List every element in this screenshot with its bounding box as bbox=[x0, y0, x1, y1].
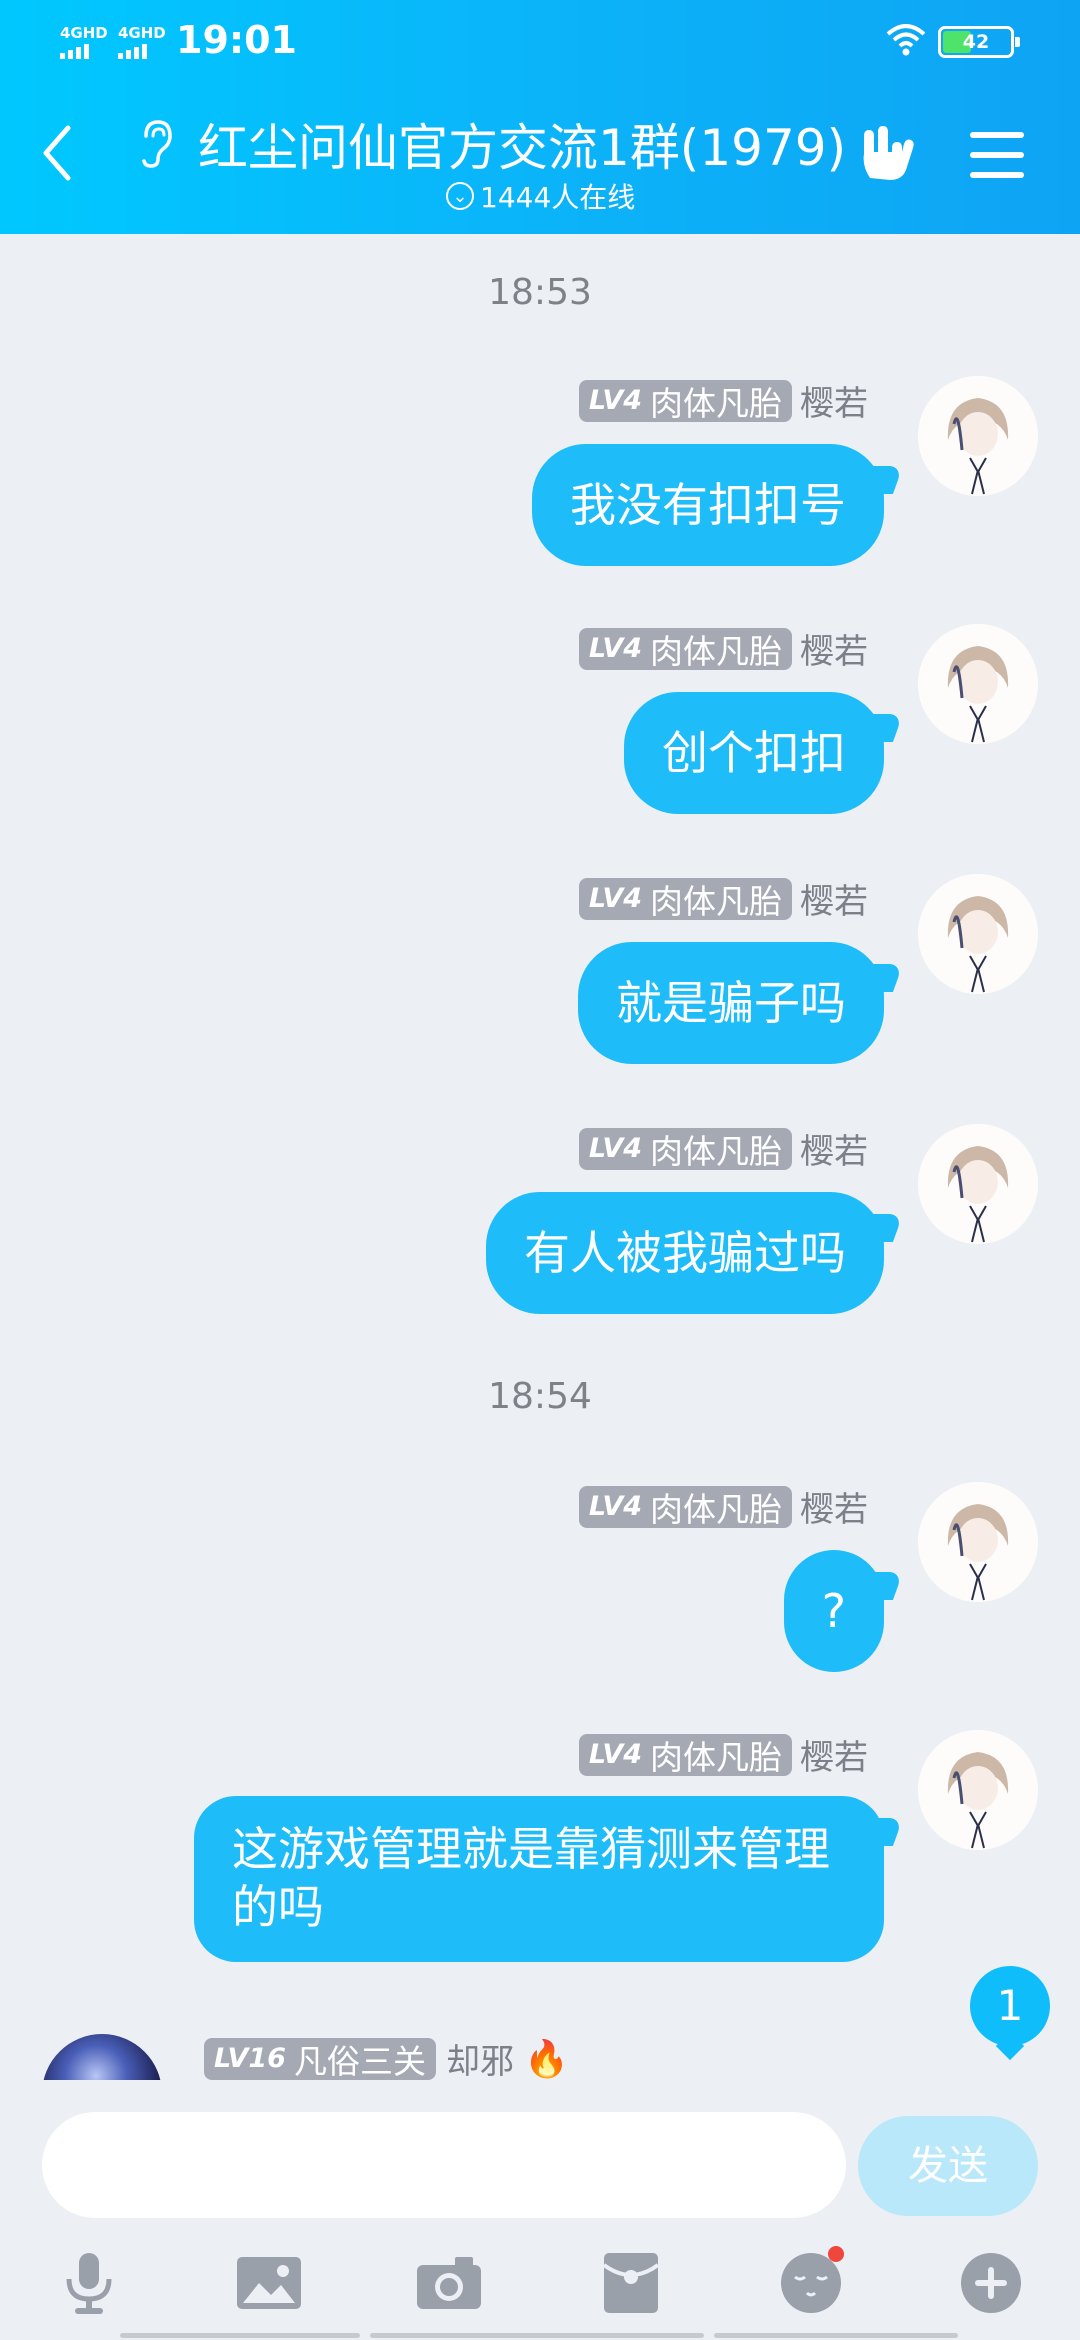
avatar[interactable] bbox=[42, 2034, 162, 2080]
avatar[interactable] bbox=[918, 624, 1038, 744]
message-bubble[interactable]: 创个扣扣 bbox=[624, 692, 884, 814]
composer-toolbar bbox=[0, 2246, 1080, 2316]
microphone-icon[interactable] bbox=[54, 2250, 124, 2316]
notification-dot bbox=[828, 2246, 844, 2262]
sender-name: 樱若 bbox=[800, 384, 868, 424]
status-time: 19:01 bbox=[176, 18, 297, 62]
sender-meta: LV4 肉体凡胎 樱若 bbox=[578, 376, 868, 425]
signal-indicator-2: 4GHD bbox=[118, 26, 166, 59]
emoji-icon[interactable] bbox=[776, 2246, 846, 2316]
message-bubble[interactable]: 这游戏管理就是靠猜测来管理的吗 bbox=[194, 1796, 884, 1962]
fire-icon: 🔥 bbox=[523, 2038, 569, 2080]
avatar[interactable] bbox=[918, 1482, 1038, 1602]
message-bubble[interactable]: ? bbox=[783, 1550, 884, 1672]
composer: 发送 bbox=[0, 2080, 1080, 2340]
sender-name: 樱若 bbox=[800, 632, 868, 672]
network-label-1: 4GHD bbox=[60, 24, 108, 42]
red-packet-icon[interactable] bbox=[596, 2250, 666, 2316]
camera-icon[interactable] bbox=[414, 2250, 484, 2316]
avatar[interactable] bbox=[918, 376, 1038, 496]
unread-badge[interactable]: 1 bbox=[970, 1966, 1050, 2046]
network-label-2: 4GHD bbox=[118, 24, 166, 42]
status-bar: 4GHD 4GHD 19:01 42 bbox=[0, 18, 1080, 68]
avatar[interactable] bbox=[918, 1124, 1038, 1244]
sender-name: 樱若 bbox=[800, 1132, 868, 1172]
online-count-label: 1444人在线 bbox=[480, 181, 636, 214]
sender-meta: LV4 肉体凡胎 樱若 bbox=[578, 1482, 868, 1531]
plus-icon[interactable] bbox=[956, 2250, 1026, 2316]
wifi-icon bbox=[886, 24, 926, 60]
message-list[interactable]: 18:53 LV4 肉体凡胎 樱若 我没有扣扣号 LV4 肉体凡胎 樱若 创个扣扣 … bbox=[0, 234, 1080, 2080]
sender-meta: LV4 肉体凡胎 樱若 bbox=[578, 874, 868, 923]
timestamp: 18:53 bbox=[488, 272, 592, 313]
level-badge: LV4 肉体凡胎 bbox=[578, 877, 792, 921]
message-input[interactable] bbox=[42, 2112, 846, 2218]
avatar[interactable] bbox=[918, 1730, 1038, 1850]
sender-meta: LV4 肉体凡胎 樱若 bbox=[578, 1124, 868, 1173]
chat-header: 4GHD 4GHD 19:01 42 红尘问仙官方交流1群(1979) ⌄ 14… bbox=[0, 0, 1080, 234]
hand-gesture-icon[interactable] bbox=[856, 122, 918, 188]
timestamp: 18:54 bbox=[488, 1376, 592, 1417]
battery-icon: 42 bbox=[938, 26, 1020, 58]
send-button[interactable]: 发送 bbox=[858, 2116, 1038, 2216]
sender-name: 樱若 bbox=[800, 1490, 868, 1530]
signal-bars-icon bbox=[60, 44, 108, 59]
sender-meta: LV16 凡俗三关 却邪 🔥 bbox=[204, 2034, 569, 2080]
level-badge: LV4 肉体凡胎 bbox=[578, 627, 792, 671]
sender-name: 却邪 bbox=[445, 2042, 514, 2080]
online-count: ⌄ 1444人在线 bbox=[446, 176, 635, 216]
level-badge: LV4 肉体凡胎 bbox=[578, 1485, 792, 1529]
message-bubble[interactable]: 就是骗子吗 bbox=[578, 942, 884, 1064]
message-bubble[interactable]: 有人被我骗过吗 bbox=[486, 1192, 884, 1314]
sender-meta: LV4 肉体凡胎 樱若 bbox=[578, 1730, 868, 1779]
signal-indicator-1: 4GHD bbox=[60, 26, 108, 59]
level-badge: LV4 肉体凡胎 bbox=[578, 1733, 792, 1777]
menu-icon[interactable] bbox=[970, 132, 1024, 192]
sender-name: 樱若 bbox=[800, 882, 868, 922]
level-badge: LV4 肉体凡胎 bbox=[578, 379, 792, 423]
sender-name: 樱若 bbox=[800, 1738, 868, 1778]
group-title: 红尘问仙官方交流1群(1979) bbox=[198, 119, 847, 177]
image-icon[interactable] bbox=[234, 2250, 304, 2316]
level-badge: LV16 凡俗三关 bbox=[204, 2037, 436, 2080]
chevron-down-icon[interactable]: ⌄ bbox=[446, 182, 474, 210]
battery-level: 42 bbox=[962, 31, 990, 53]
avatar[interactable] bbox=[918, 874, 1038, 994]
ear-icon[interactable] bbox=[136, 118, 176, 174]
level-badge: LV4 肉体凡胎 bbox=[578, 1127, 792, 1171]
sender-meta: LV4 肉体凡胎 樱若 bbox=[578, 624, 868, 673]
message-bubble[interactable]: 我没有扣扣号 bbox=[532, 444, 884, 566]
back-icon[interactable] bbox=[40, 124, 74, 186]
gesture-bar bbox=[0, 2330, 1080, 2340]
signal-bars-icon bbox=[118, 44, 166, 59]
